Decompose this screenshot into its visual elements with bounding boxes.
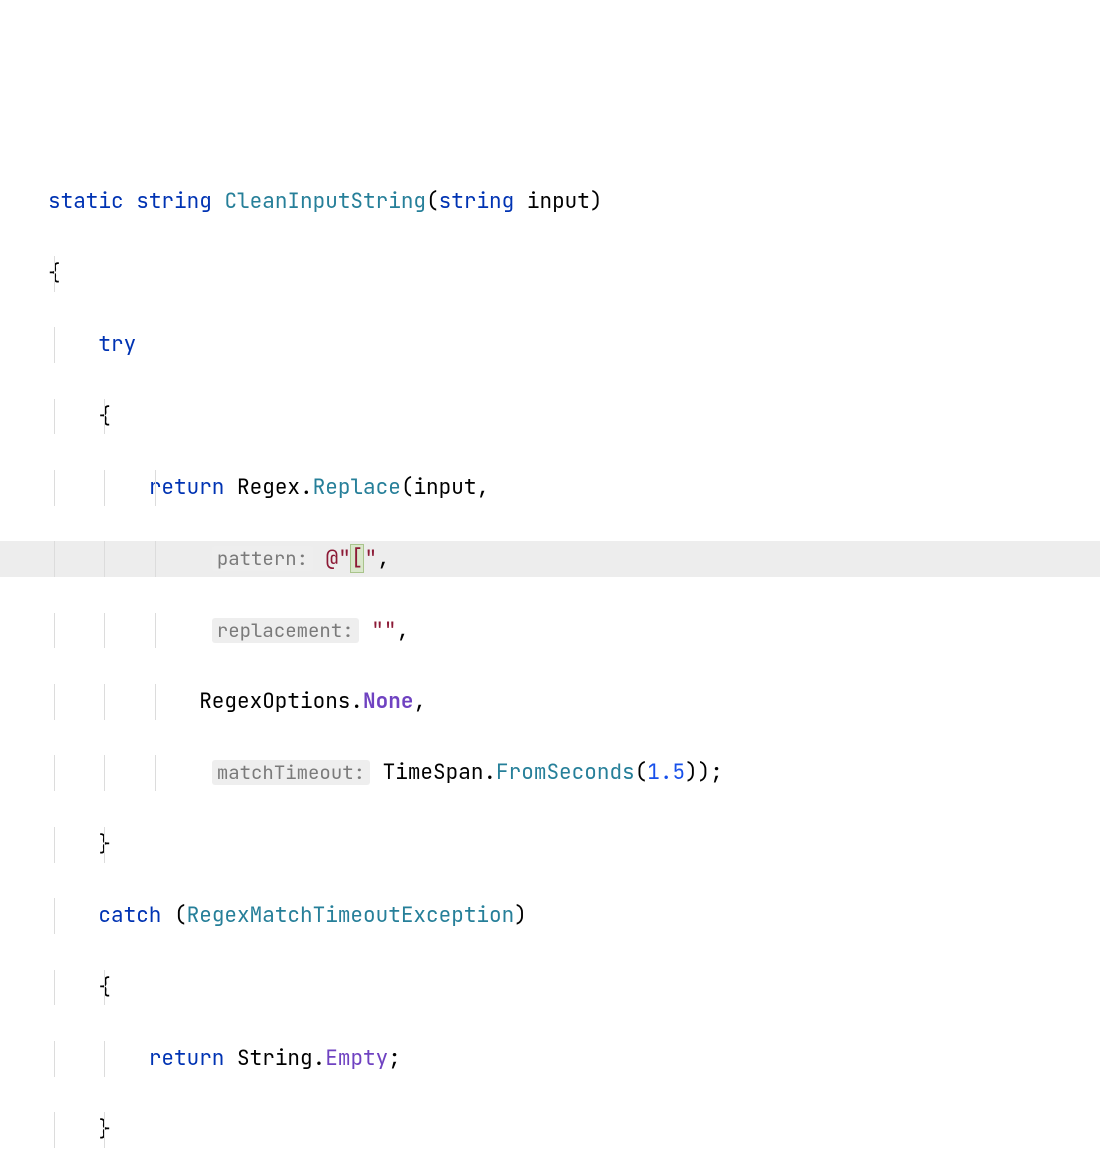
code-line[interactable]: matchTimeout: TimeSpan.FromSeconds(1.5))… <box>38 755 1100 791</box>
keyword-static: static <box>48 188 124 215</box>
code-line[interactable]: } <box>38 827 1100 863</box>
enum-none: None <box>363 688 413 715</box>
number-literal: 1.5 <box>647 759 685 786</box>
code-line[interactable]: RegexOptions.None, <box>38 684 1100 720</box>
method-name: CleanInputString <box>224 188 426 215</box>
class-regexoptions: RegexOptions <box>199 688 350 715</box>
keyword-string-param: string <box>439 188 515 215</box>
code-line[interactable]: return Regex.Replace(input, <box>38 470 1100 506</box>
keyword-try: try <box>98 331 136 358</box>
code-line[interactable]: } <box>38 1112 1100 1148</box>
param-hint-pattern: pattern: <box>212 546 313 571</box>
keyword-string: string <box>136 188 212 215</box>
code-line[interactable]: return String.Empty; <box>38 1041 1100 1077</box>
code-line[interactable]: { <box>38 256 1100 292</box>
keyword-catch: catch <box>98 902 161 929</box>
code-line[interactable]: static string CleanInputString(string in… <box>38 184 1100 220</box>
class-string: String <box>237 1045 313 1072</box>
class-regex: Regex <box>237 474 300 501</box>
class-timespan: TimeSpan <box>383 759 484 786</box>
verbatim-prefix: @ <box>326 545 339 572</box>
param-hint-timeout: matchTimeout: <box>212 760 370 785</box>
code-line[interactable]: { <box>38 970 1100 1006</box>
keyword-return: return <box>149 474 225 501</box>
param-hint-replacement: replacement: <box>212 618 359 643</box>
bracket-open-match: [ <box>351 545 364 572</box>
code-line[interactable]: { <box>38 399 1100 435</box>
code-line[interactable]: try <box>38 327 1100 363</box>
method-replace: Replace <box>313 474 401 501</box>
code-editor[interactable]: static string CleanInputString(string in… <box>0 143 1100 1168</box>
string-empty: "" <box>371 617 396 644</box>
argument: input <box>413 474 476 501</box>
exception-type: RegexMatchTimeoutException <box>187 902 515 929</box>
keyword-return: return <box>149 1045 225 1072</box>
code-line[interactable]: replacement: "", <box>38 613 1100 649</box>
code-line-active[interactable]: pattern: @"[", <box>38 541 1100 577</box>
method-fromseconds: FromSeconds <box>496 759 635 786</box>
param-name: input <box>527 188 590 215</box>
prop-empty: Empty <box>325 1045 388 1072</box>
code-line[interactable]: catch (RegexMatchTimeoutException) <box>38 898 1100 934</box>
